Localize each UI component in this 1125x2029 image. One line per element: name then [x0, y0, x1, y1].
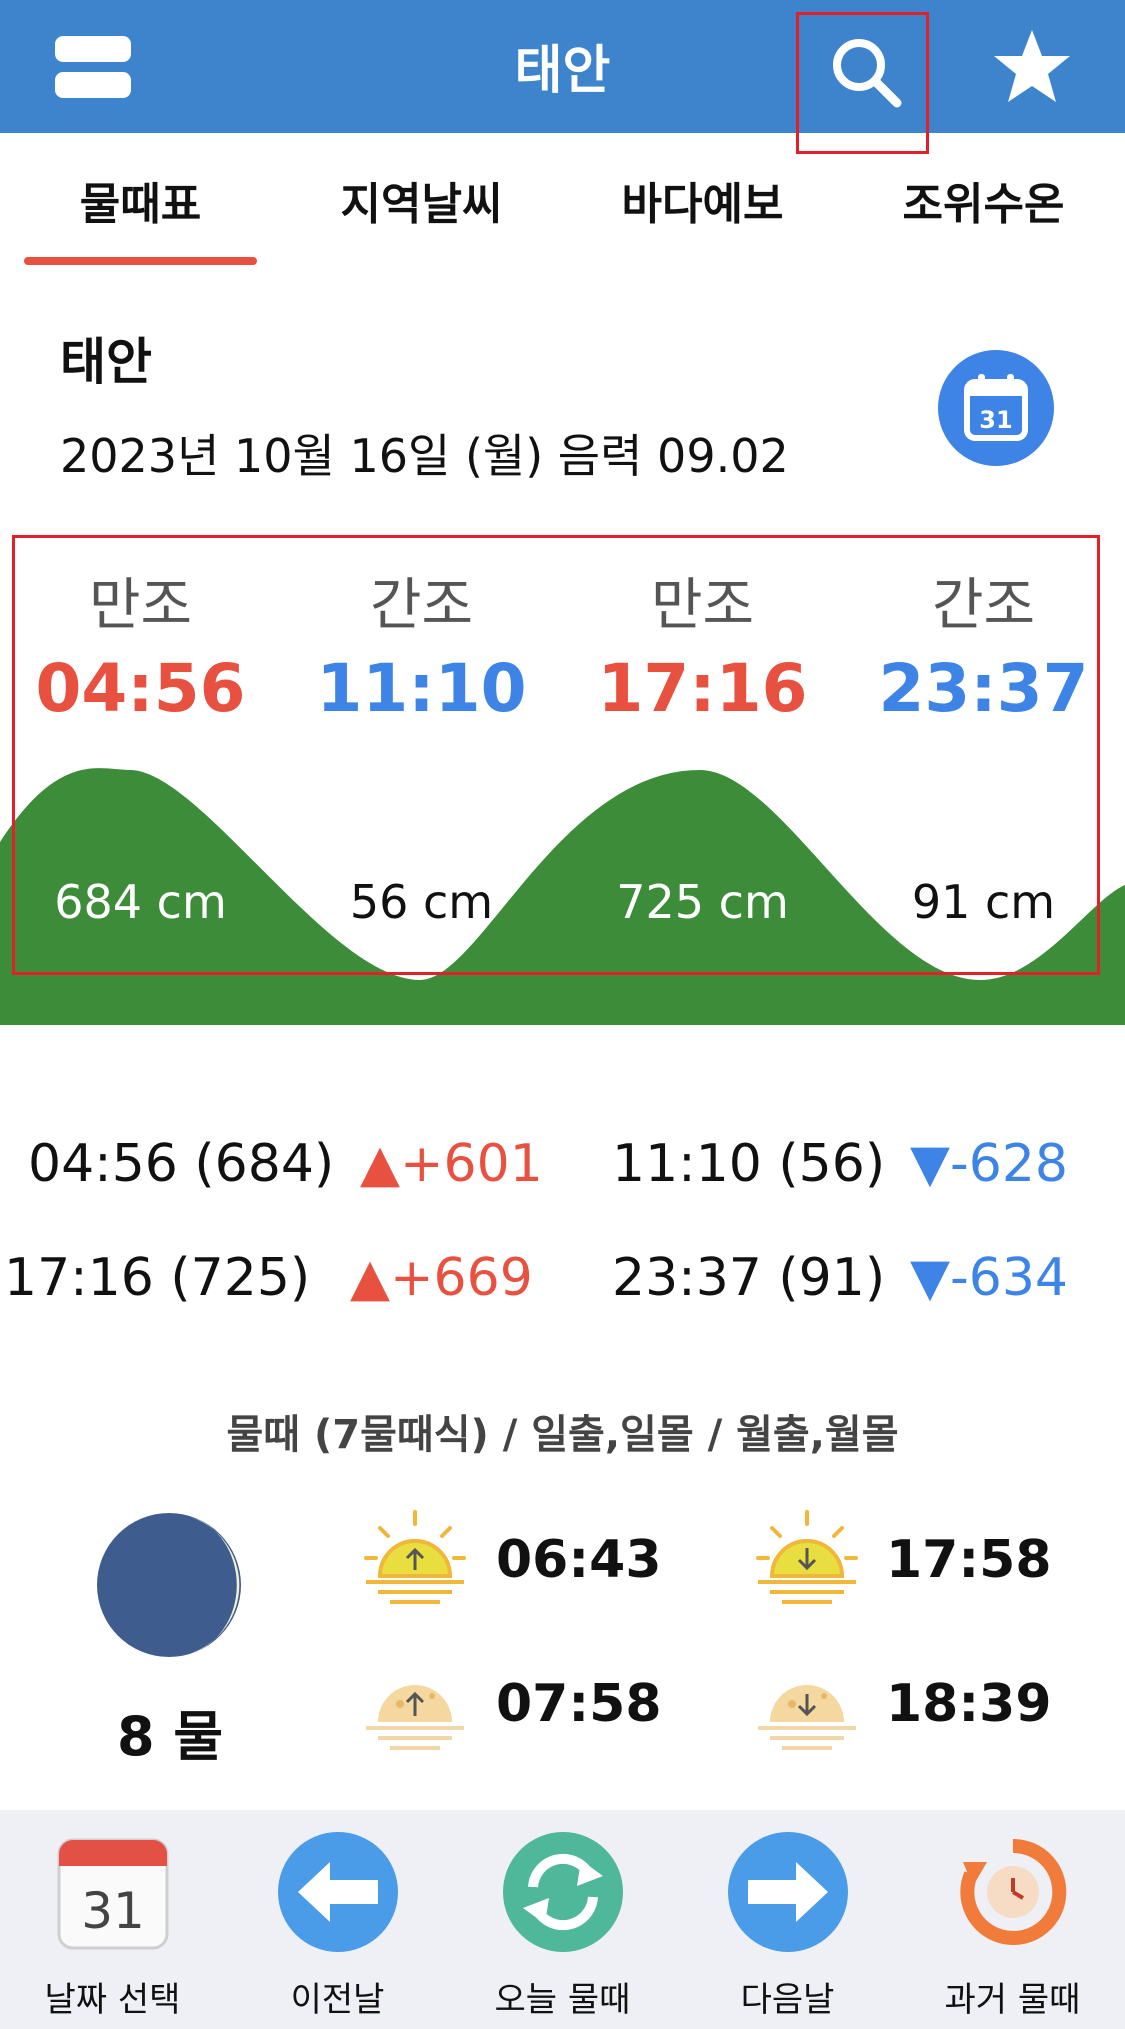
previous-day-button[interactable]: 이전날 — [225, 1810, 450, 2029]
calendar-icon: 31 — [57, 1838, 168, 1950]
search-icon — [833, 39, 902, 108]
calendar-day: 31 — [81, 1882, 145, 1940]
nav-label: 이전날 — [290, 1980, 385, 2020]
tide-entry: 23:37 (91) — [612, 1248, 886, 1308]
tide-change: ▼-628 — [910, 1134, 1069, 1194]
sunset-icon — [756, 1510, 858, 1604]
calendar-icon: 31 — [964, 374, 1028, 441]
nav-label: 과거 물때 — [944, 1980, 1081, 2020]
tab-tide-water-temp[interactable]: 조위수온 — [843, 168, 1124, 232]
nav-label: 날짜 선택 — [44, 1980, 181, 2020]
highlight-frame — [12, 535, 1100, 975]
nav-label: 오늘 물때 — [494, 1980, 631, 2020]
arrow-left-icon — [277, 1832, 398, 1952]
sunrise-icon — [364, 1510, 466, 1604]
tab-tide-table[interactable]: 물때표 — [0, 168, 281, 232]
calendar-day: 31 — [979, 406, 1012, 434]
tide-change: ▼-634 — [910, 1248, 1069, 1308]
app-header: 태안 — [0, 0, 1125, 133]
today-tide-button[interactable]: 오늘 물때 — [450, 1810, 675, 2029]
tide-change: ▲+669 — [350, 1248, 533, 1308]
next-day-button[interactable]: 다음날 — [675, 1810, 900, 2029]
moonrise-time: 07:58 — [496, 1674, 662, 1734]
date-select-button[interactable]: 31 날짜 선택 — [0, 1810, 225, 2029]
moon-phase-icon — [97, 1513, 241, 1657]
tab-bar: 물때표 지역날씨 바다예보 조위수온 — [0, 133, 1125, 267]
moonset-time: 18:39 — [886, 1674, 1052, 1734]
location-date: 2023년 10월 16일 (월) 음력 09.02 — [60, 429, 789, 483]
tab-sea-forecast[interactable]: 바다예보 — [562, 168, 843, 232]
sunrise-time: 06:43 — [496, 1530, 662, 1590]
sunset-time: 17:58 — [886, 1530, 1052, 1590]
tide-entry: 17:16 (725) — [4, 1248, 311, 1308]
refresh-icon — [502, 1832, 623, 1952]
tab-local-weather[interactable]: 지역날씨 — [281, 168, 562, 232]
favorite-star-icon[interactable] — [992, 26, 1072, 106]
moonrise-icon — [366, 1685, 464, 1750]
location-name: 태안 — [60, 333, 152, 391]
tide-entry: 04:56 (684) — [28, 1134, 335, 1194]
calendar-button[interactable]: 31 — [938, 350, 1054, 466]
history-icon — [959, 1838, 1066, 1945]
section-caption: 물때 (7물때식) / 일출,일몰 / 월출,월몰 — [226, 1412, 899, 1458]
active-tab-indicator — [24, 257, 257, 265]
bottom-navigation: 31 날짜 선택 이전날 오늘 물때 다음날 과거 물때 — [0, 1810, 1125, 2029]
nav-label: 다음날 — [740, 1980, 835, 2020]
moonset-icon — [758, 1685, 856, 1750]
tide-entry: 11:10 (56) — [612, 1134, 886, 1194]
page-title: 태안 — [514, 41, 611, 101]
moon-phase-label: 8 물 — [116, 1705, 224, 1768]
past-tide-button[interactable]: 과거 물때 — [900, 1810, 1125, 2029]
arrow-right-icon — [727, 1832, 848, 1952]
tide-change: ▲+601 — [360, 1134, 543, 1194]
